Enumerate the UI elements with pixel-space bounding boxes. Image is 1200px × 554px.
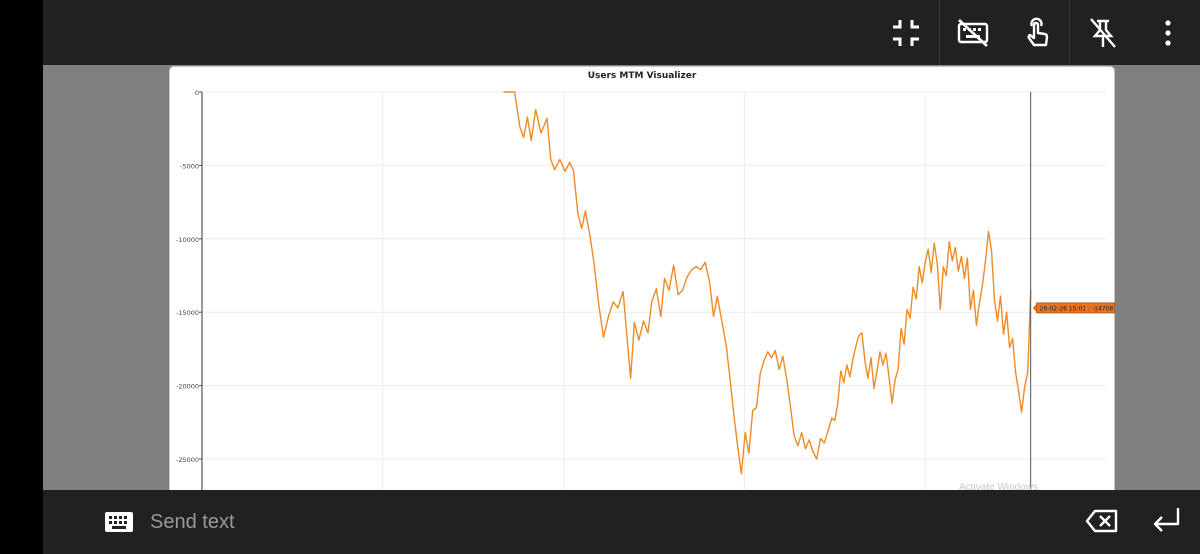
backspace-icon bbox=[1085, 509, 1118, 533]
enter-button[interactable] bbox=[1150, 506, 1184, 540]
touch-mode-button[interactable] bbox=[1006, 0, 1066, 65]
remote-toolbar bbox=[43, 0, 1200, 65]
exit-fullscreen-icon bbox=[893, 19, 919, 46]
plot-area bbox=[202, 92, 1106, 490]
toolbar-divider bbox=[1069, 0, 1070, 65]
chart-window[interactable]: Users MTM Visualizer 0 -5000 -10000 -15000-… bbox=[169, 66, 1116, 490]
y-tick-label: -10000 bbox=[176, 236, 199, 244]
y-tick-label: -15000 bbox=[176, 309, 199, 317]
unpin-toolbar-button[interactable] bbox=[1073, 0, 1133, 65]
activation-watermark: Activate Windows bbox=[959, 482, 1038, 490]
exit-fullscreen-button[interactable] bbox=[876, 0, 936, 65]
more-options-button[interactable] bbox=[1138, 0, 1198, 65]
keyboard-toggle-button[interactable] bbox=[105, 512, 133, 536]
touch-mode-icon bbox=[1027, 17, 1049, 46]
tooltip-label: 26-02-26 15:01 : -14708 bbox=[1040, 305, 1114, 312]
keyboard-icon bbox=[105, 512, 133, 532]
enter-icon bbox=[1153, 508, 1180, 532]
line-chart[interactable]: 0 -5000 -10000 -15000 -20000 -25000 26-02-26 1… bbox=[170, 67, 1116, 490]
toolbar-divider bbox=[939, 0, 940, 65]
input-bar: Send text bbox=[43, 490, 1200, 554]
y-tick-label: -25000 bbox=[176, 456, 199, 464]
y-tick-label: -5000 bbox=[180, 162, 199, 170]
screen-bezel bbox=[0, 0, 43, 554]
more-vert-icon bbox=[1165, 19, 1171, 46]
y-tick-label: -20000 bbox=[176, 383, 199, 391]
backspace-button[interactable] bbox=[1085, 508, 1119, 538]
remote-desktop-view[interactable]: Users MTM Visualizer 0 -5000 -10000 -15000-… bbox=[43, 65, 1200, 490]
keyboard-off-icon bbox=[957, 18, 989, 47]
send-text-input[interactable]: Send text bbox=[150, 511, 235, 534]
unpin-icon bbox=[1090, 17, 1116, 48]
keyboard-off-button[interactable] bbox=[943, 0, 1003, 65]
y-tick-label: 0 bbox=[195, 89, 199, 97]
